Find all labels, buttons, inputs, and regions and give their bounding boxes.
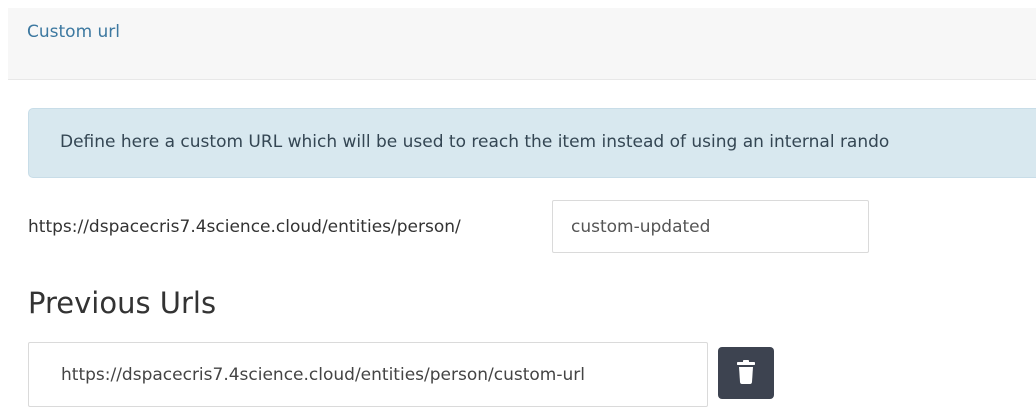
custom-url-page: Custom url Define here a custom URL whic… <box>0 0 1036 407</box>
delete-previous-url-button[interactable] <box>718 347 774 399</box>
previous-urls-title: Previous Urls <box>28 286 217 320</box>
previous-url-input[interactable] <box>28 342 708 407</box>
custom-url-input[interactable] <box>552 200 869 253</box>
custom-url-header: Custom url <box>8 8 1036 80</box>
custom-url-link[interactable]: Custom url <box>27 22 120 42</box>
custom-url-prefix: https://dspacecris7.4science.cloud/entit… <box>28 217 461 237</box>
trash-icon <box>737 360 755 384</box>
info-text: Define here a custom URL which will be u… <box>60 132 890 152</box>
info-alert: Define here a custom URL which will be u… <box>28 108 1036 178</box>
